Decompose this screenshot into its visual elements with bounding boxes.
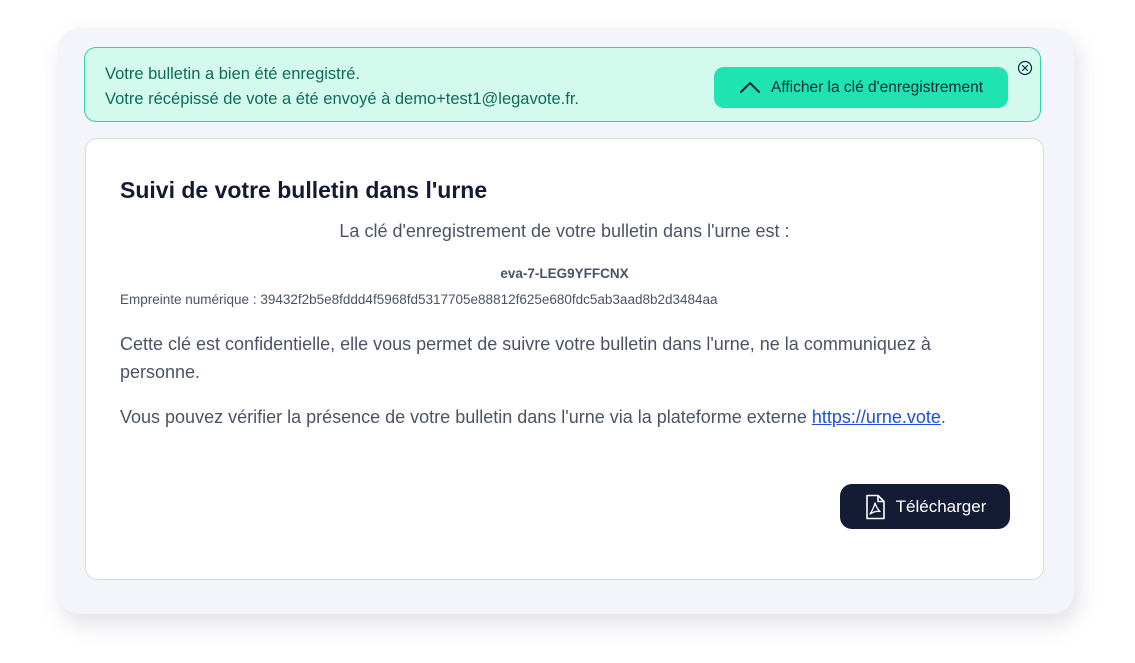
chevron-up-icon: [739, 81, 761, 94]
key-intro-text: La clé d'enregistrement de votre bulleti…: [339, 221, 790, 241]
alert-line-receipt: Votre récépissé de vote a été envoyé à d…: [105, 90, 580, 108]
fingerprint-value: 39432f2b5e8fddd4f5968fd5317705e88812f625…: [260, 292, 718, 307]
ballot-tracking-card: Suivi de votre bulletin dans l'urne La c…: [85, 138, 1044, 580]
urne-vote-link[interactable]: https://urne.vote: [812, 407, 941, 427]
fingerprint: Empreinte numérique : 39432f2b5e8fddd4f5…: [120, 292, 718, 307]
fingerprint-label: Empreinte numérique :: [120, 292, 261, 307]
download-button[interactable]: Télécharger: [840, 484, 1010, 529]
verify-end: .: [940, 407, 946, 427]
verify-notice: Vous pouvez vérifier la présence de votr…: [120, 403, 1000, 431]
close-circle-icon[interactable]: [1017, 60, 1033, 76]
pdf-file-icon: [864, 494, 886, 520]
show-key-label: Afficher la clé d'enregistrement: [770, 78, 984, 96]
verify-text: Vous pouvez vérifier la présence de votr…: [120, 407, 812, 427]
confidential-notice: Cette clé est confidentielle, elle vous …: [120, 334, 931, 382]
alert-message: Votre bulletin a bien été enregistré. Vo…: [105, 62, 579, 112]
show-key-button[interactable]: Afficher la clé d'enregistrement: [714, 67, 1008, 108]
success-alert: Votre bulletin a bien été enregistré. Vo…: [84, 47, 1041, 122]
registration-key: eva-7-LEG9YFFCNX: [500, 266, 629, 281]
card-title: Suivi de votre bulletin dans l'urne: [120, 177, 488, 203]
download-label: Télécharger: [895, 496, 987, 516]
alert-line-registered: Votre bulletin a bien été enregistré.: [105, 65, 361, 83]
